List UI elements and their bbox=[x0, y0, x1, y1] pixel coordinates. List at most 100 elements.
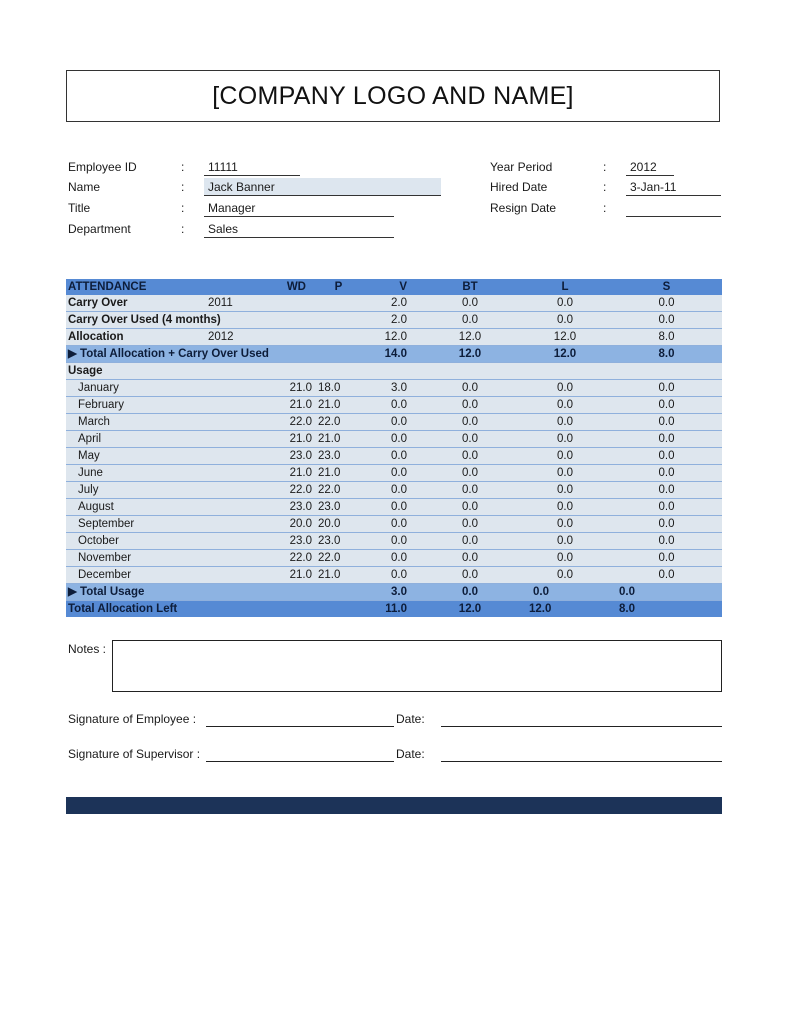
header-attendance: ATTENDANCE bbox=[66, 279, 206, 295]
hired-date-field[interactable]: 3-Jan-11 bbox=[626, 178, 721, 196]
month-label: January bbox=[66, 379, 206, 397]
row-year: 2012 bbox=[206, 328, 266, 346]
p-cell bbox=[316, 311, 361, 329]
supervisor-date-label: Date: bbox=[396, 747, 425, 761]
v-cell: 0.0 bbox=[361, 515, 421, 533]
bt-cell: 0.0 bbox=[421, 498, 519, 516]
bt-cell: 0.0 bbox=[421, 379, 519, 397]
l-cell: 0.0 bbox=[519, 549, 611, 567]
colon: : bbox=[181, 160, 185, 174]
month-row: April 21.0 21.0 0.0 0.0 0.0 0.0 bbox=[66, 430, 722, 448]
bt-cell: 12.0 bbox=[421, 345, 519, 363]
spacer-cell bbox=[206, 447, 266, 465]
notes-textarea[interactable] bbox=[112, 640, 722, 692]
p-cell: 23.0 bbox=[316, 447, 361, 465]
wd-cell: 22.0 bbox=[266, 481, 316, 499]
bt-cell: 0.0 bbox=[421, 481, 519, 499]
header-bt: BT bbox=[421, 279, 519, 295]
row-label: Carry Over bbox=[66, 295, 206, 312]
footer-bar bbox=[66, 797, 722, 814]
s-cell: 0.0 bbox=[611, 311, 722, 329]
colon: : bbox=[603, 160, 607, 174]
total-allocation-row: ▶ Total Allocation + Carry Over Used 14.0… bbox=[66, 345, 722, 363]
wd-cell: 23.0 bbox=[266, 498, 316, 516]
month-row: November 22.0 22.0 0.0 0.0 0.0 0.0 bbox=[66, 549, 722, 567]
name-label: Name bbox=[68, 180, 101, 194]
p-cell: 21.0 bbox=[316, 566, 361, 584]
s-cell: 8.0 bbox=[611, 328, 722, 346]
bt-cell: 0.0 bbox=[421, 430, 519, 448]
title-field[interactable]: Manager bbox=[204, 199, 394, 217]
l-cell: 0.0 bbox=[519, 515, 611, 533]
l-cell: 0.0 bbox=[519, 311, 611, 329]
l-cell: 0.0 bbox=[519, 532, 611, 550]
supervisor-signature-label: Signature of Supervisor : bbox=[68, 747, 201, 761]
bt-cell: 12.0 bbox=[421, 600, 519, 617]
v-cell: 12.0 bbox=[361, 328, 421, 346]
s-cell: 0.0 bbox=[611, 295, 722, 312]
month-label: October bbox=[66, 532, 206, 550]
v-cell: 3.0 bbox=[361, 379, 421, 397]
supervisor-date-field[interactable] bbox=[441, 761, 722, 762]
notes-label: Notes : bbox=[68, 642, 107, 656]
bt-cell: 0.0 bbox=[421, 583, 519, 601]
row-year: 2011 bbox=[206, 295, 266, 312]
header-s: S bbox=[611, 279, 722, 295]
spacer-cell bbox=[206, 498, 266, 516]
spacer-cell bbox=[206, 549, 266, 567]
bt-cell: 0.0 bbox=[421, 311, 519, 329]
supervisor-signature-field[interactable] bbox=[206, 761, 394, 762]
month-row: January 21.0 18.0 3.0 0.0 0.0 0.0 bbox=[66, 379, 722, 397]
resign-date-field[interactable] bbox=[626, 199, 721, 217]
department-field[interactable]: Sales bbox=[204, 220, 394, 238]
month-label: March bbox=[66, 413, 206, 431]
month-row: February 21.0 21.0 0.0 0.0 0.0 0.0 bbox=[66, 396, 722, 414]
month-row: July 22.0 22.0 0.0 0.0 0.0 0.0 bbox=[66, 481, 722, 499]
employee-signature-label: Signature of Employee : bbox=[68, 712, 197, 726]
bt-cell: 0.0 bbox=[421, 566, 519, 584]
month-label: September bbox=[66, 515, 206, 533]
month-label: December bbox=[66, 566, 206, 584]
employee-id-field[interactable]: 11111 bbox=[204, 158, 300, 176]
name-field[interactable]: Jack Banner bbox=[204, 178, 441, 196]
wd-cell: 23.0 bbox=[266, 447, 316, 465]
s-cell: 0.0 bbox=[611, 515, 722, 533]
bt-cell: 0.0 bbox=[421, 532, 519, 550]
month-label: July bbox=[66, 481, 206, 499]
spacer-cell bbox=[206, 532, 266, 550]
month-row: September 20.0 20.0 0.0 0.0 0.0 0.0 bbox=[66, 515, 722, 533]
l-cell: 12.0 bbox=[519, 600, 611, 617]
v-cell: 0.0 bbox=[361, 566, 421, 584]
department-label: Department bbox=[68, 222, 131, 236]
row-label: Allocation bbox=[66, 328, 206, 346]
v-cell: 0.0 bbox=[361, 430, 421, 448]
s-cell: 8.0 bbox=[611, 345, 722, 363]
summary-row: Carry Over Used (4 months) 2.0 0.0 0.0 0.0 bbox=[66, 311, 722, 329]
month-label: June bbox=[66, 464, 206, 482]
row-label: Carry Over Used (4 months) bbox=[66, 311, 266, 329]
l-cell: 0.0 bbox=[519, 379, 611, 397]
v-cell: 0.0 bbox=[361, 447, 421, 465]
month-row: May 23.0 23.0 0.0 0.0 0.0 0.0 bbox=[66, 447, 722, 465]
employee-signature-field[interactable] bbox=[206, 726, 394, 727]
bt-cell: 0.0 bbox=[421, 549, 519, 567]
wd-cell: 21.0 bbox=[266, 396, 316, 414]
year-period-field[interactable]: 2012 bbox=[626, 158, 674, 176]
s-cell: 0.0 bbox=[611, 396, 722, 414]
colon: : bbox=[603, 180, 607, 194]
l-cell: 0.0 bbox=[519, 396, 611, 414]
p-cell bbox=[316, 328, 361, 346]
l-cell: 0.0 bbox=[519, 413, 611, 431]
p-cell: 18.0 bbox=[316, 379, 361, 397]
wd-cell: 21.0 bbox=[266, 379, 316, 397]
s-cell: 0.0 bbox=[611, 498, 722, 516]
company-logo-name: [COMPANY LOGO AND NAME] bbox=[212, 81, 574, 110]
spacer-cell bbox=[206, 430, 266, 448]
header-l: L bbox=[519, 279, 611, 295]
wd-cell bbox=[266, 328, 316, 346]
hired-date-label: Hired Date bbox=[490, 180, 548, 194]
l-cell: 0.0 bbox=[519, 498, 611, 516]
total-usage-row: ▶ Total Usage 3.0 0.0 0.0 0.0 bbox=[66, 583, 722, 601]
employee-date-field[interactable] bbox=[441, 726, 722, 727]
total-usage-label: ▶ Total Usage bbox=[66, 583, 361, 601]
